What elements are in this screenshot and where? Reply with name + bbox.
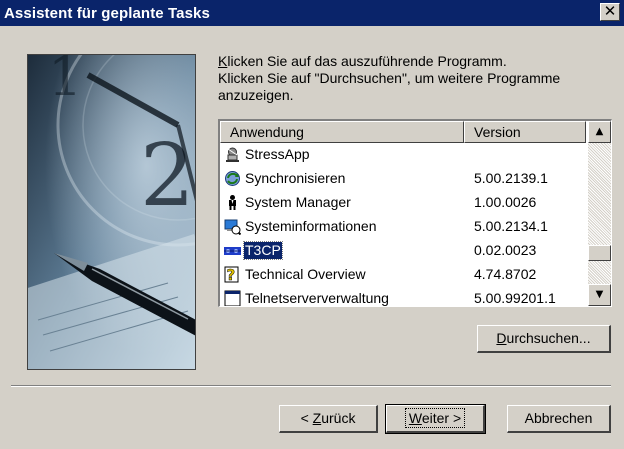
- arrow-down-icon: ▼: [595, 289, 604, 300]
- sync-icon: [225, 171, 240, 186]
- instruction-line-3: anzuzeigen.: [218, 87, 294, 103]
- back-button[interactable]: < Zurück: [279, 405, 378, 433]
- app-name: Technical Overview: [245, 266, 366, 282]
- cancel-button[interactable]: Abbrechen: [507, 405, 611, 433]
- window-title: Assistent für geplante Tasks: [4, 4, 210, 22]
- telnet-icon: [224, 290, 241, 306]
- app-name: Telnetserververwaltung: [245, 290, 389, 306]
- t3cp-icon: [224, 247, 241, 255]
- list-item-system-manager[interactable]: System Manager 1.00.0026: [220, 191, 586, 215]
- app-version: 1.00.0026: [474, 194, 537, 210]
- browse-button[interactable]: Durchsuchen...: [477, 325, 611, 353]
- application-list[interactable]: Anwendung Version StressApp Synchronisie…: [218, 119, 612, 307]
- list-item-synchronisieren[interactable]: Synchronisieren 5.00.2139.1: [220, 167, 586, 191]
- close-button[interactable]: ✕: [600, 3, 620, 21]
- column-header-application[interactable]: Anwendung: [220, 121, 464, 143]
- next-button[interactable]: Weiter >: [385, 404, 486, 434]
- list-item-t3cp[interactable]: T3CP 0.02.0023: [220, 239, 586, 263]
- instruction-line-2: Klicken Sie auf "Durchsuchen", um weiter…: [218, 70, 561, 86]
- title-bar[interactable]: Assistent für geplante Tasks ✕: [0, 0, 624, 26]
- svg-text:1: 1: [48, 55, 82, 108]
- scroll-thumb[interactable]: [588, 245, 611, 261]
- app-version: 5.00.2134.1: [474, 218, 548, 234]
- list-item-stressapp[interactable]: StressApp: [220, 143, 586, 167]
- close-icon: ✕: [603, 2, 617, 20]
- list-rows: StressApp Synchronisieren 5.00.2139.1 Sy…: [220, 143, 586, 306]
- app-name: T3CP: [243, 241, 283, 260]
- scroll-up-button[interactable]: ▲: [588, 121, 611, 143]
- clock-pen-illustration: 2 1: [28, 55, 195, 369]
- arrow-up-icon: ▲: [595, 126, 604, 137]
- app-version: 5.00.2139.1: [474, 170, 548, 186]
- separator: [11, 385, 611, 387]
- list-item-telnetserververwaltung[interactable]: Telnetserververwaltung 5.00.99201.1: [220, 287, 586, 306]
- system-manager-icon: [229, 195, 236, 210]
- app-name: StressApp: [245, 146, 310, 162]
- vertical-scrollbar[interactable]: ▲ ▼: [588, 121, 611, 306]
- svg-text:?: ?: [227, 266, 236, 283]
- app-name: Systeminformationen: [245, 218, 377, 234]
- column-header-version[interactable]: Version: [464, 121, 586, 143]
- system-info-icon: [224, 219, 241, 235]
- svg-text:2: 2: [140, 126, 195, 226]
- help-icon: ?: [224, 266, 239, 283]
- scroll-down-button[interactable]: ▼: [588, 284, 611, 306]
- app-name: Synchronisieren: [245, 170, 346, 186]
- list-item-systeminformationen[interactable]: Systeminformationen 5.00.2134.1: [220, 215, 586, 239]
- app-version: 0.02.0023: [474, 242, 537, 258]
- app-version: 5.00.99201.1: [474, 290, 556, 306]
- wizard-illustration: 2 1: [27, 54, 196, 370]
- app-version: 4.74.8702: [474, 266, 537, 282]
- list-item-technical-overview[interactable]: ? Technical Overview 4.74.8702: [220, 263, 586, 287]
- stress-app-icon: [226, 147, 239, 162]
- app-name: System Manager: [245, 194, 351, 210]
- list-header: Anwendung Version: [220, 121, 586, 143]
- instruction-text: Klicken Sie auf das auszuführende Progra…: [218, 53, 613, 104]
- instruction-line-1: Klicken Sie auf das auszuführende Progra…: [218, 53, 507, 69]
